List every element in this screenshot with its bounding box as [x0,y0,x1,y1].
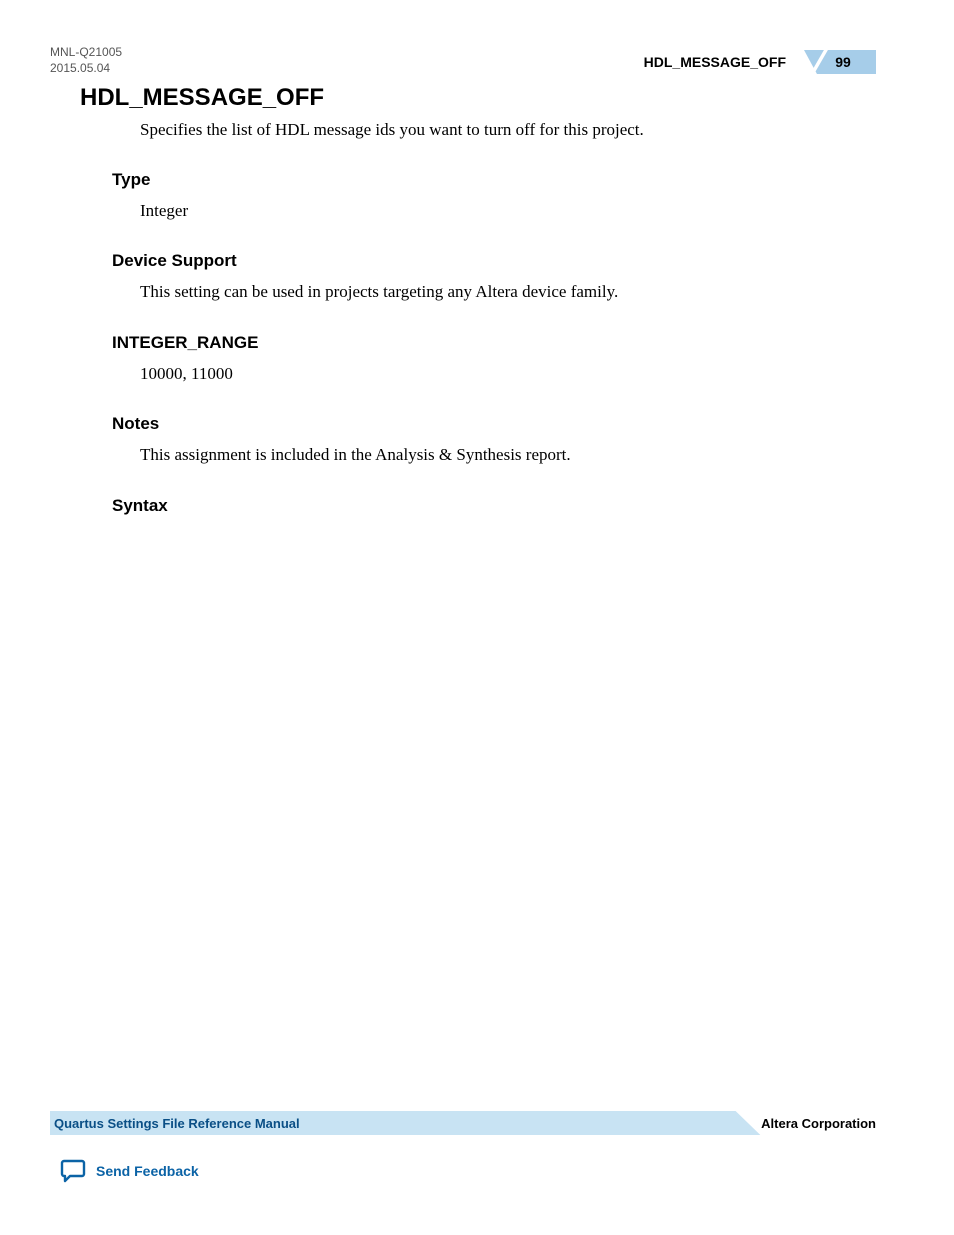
page-content: HDL_MESSAGE_OFF Specifies the list of HD… [80,84,876,524]
intro-paragraph: Specifies the list of HDL message ids yo… [140,118,876,142]
doc-date: 2015.05.04 [50,60,122,76]
speech-bubble-icon [60,1159,86,1183]
heading-type: Type [112,170,876,190]
header-right: HDL_MESSAGE_OFF 99 [644,50,876,74]
page-header: MNL-Q21005 2015.05.04 HDL_MESSAGE_OFF 99 [50,44,876,76]
section-device-support: Device Support This setting can be used … [80,251,876,305]
section-type: Type Integer [80,170,876,224]
section-notes: Notes This assignment is included in the… [80,414,876,468]
footer-bar: Quartus Settings File Reference Manual A… [50,1111,876,1135]
page-number: 99 [829,54,851,70]
footer-manual-title[interactable]: Quartus Settings File Reference Manual [50,1116,300,1131]
heading-integer-range: INTEGER_RANGE [112,333,876,353]
heading-notes: Notes [112,414,876,434]
header-meta: MNL-Q21005 2015.05.04 [50,44,122,76]
heading-syntax: Syntax [112,496,876,516]
section-integer-range: INTEGER_RANGE 10000, 11000 [80,333,876,387]
header-section-name: HDL_MESSAGE_OFF [644,54,786,70]
body-notes: This assignment is included in the Analy… [140,442,876,468]
doc-id: MNL-Q21005 [50,44,122,60]
page-title: HDL_MESSAGE_OFF [80,84,876,112]
body-device-support: This setting can be used in projects tar… [140,279,876,305]
page-number-badge: 99 [804,50,876,74]
send-feedback-link[interactable]: Send Feedback [60,1159,199,1183]
body-integer-range: 10000, 11000 [140,361,876,387]
send-feedback-label: Send Feedback [96,1163,199,1179]
section-syntax: Syntax [80,496,876,516]
heading-device-support: Device Support [112,251,876,271]
footer-corporation: Altera Corporation [761,1116,876,1131]
body-type: Integer [140,198,876,224]
